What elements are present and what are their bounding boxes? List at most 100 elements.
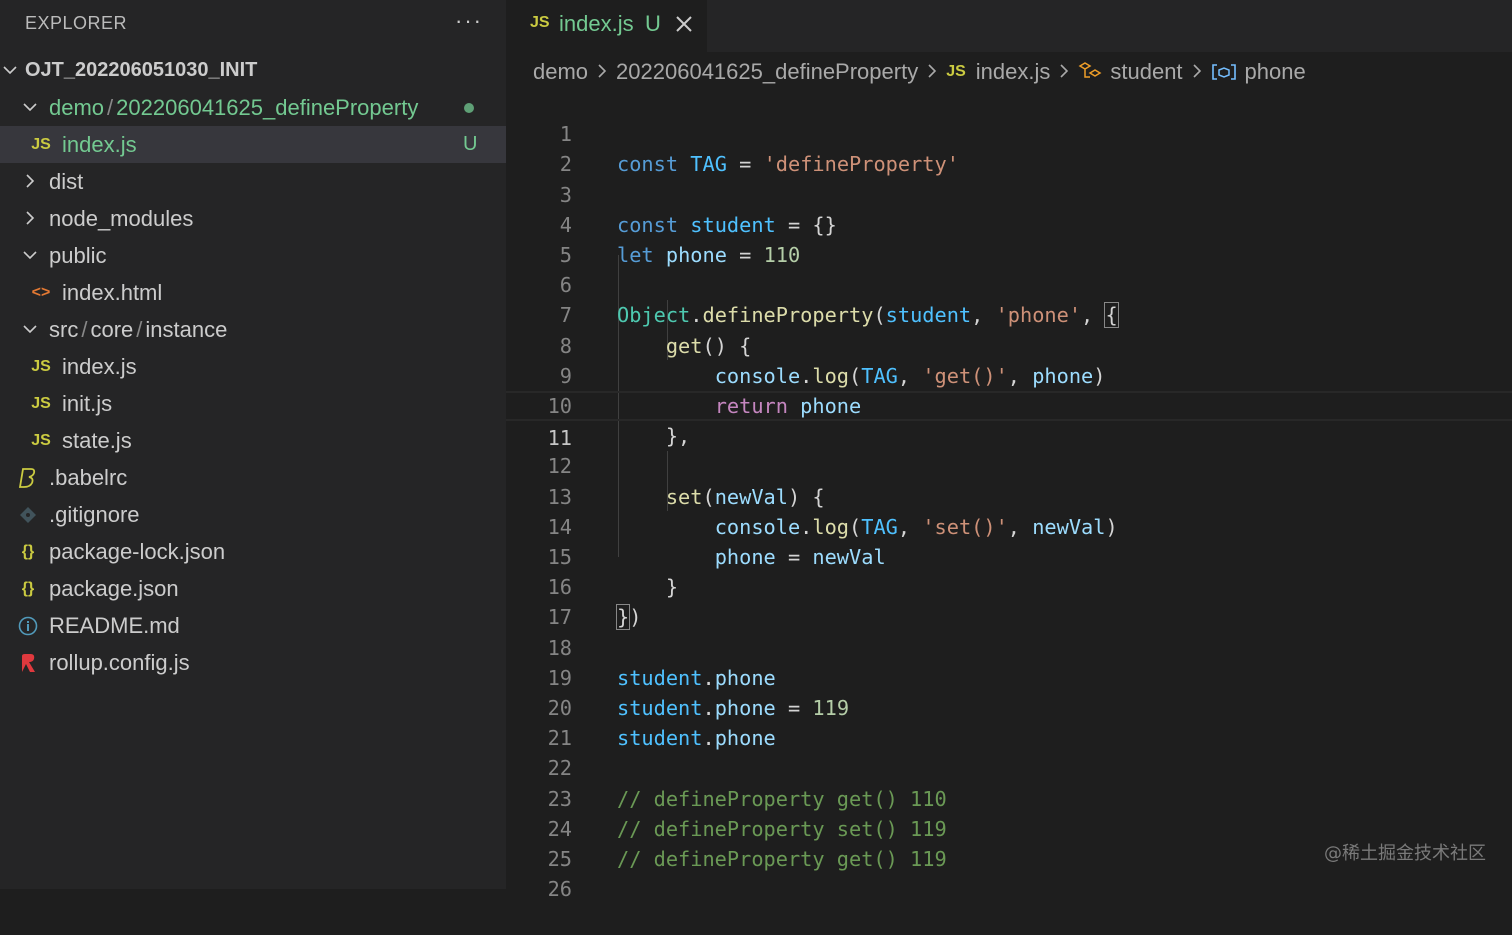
folder-demo[interactable]: demo/202206041625_defineProperty (0, 89, 506, 126)
folder-label: dist (49, 169, 84, 194)
code-line: 16 }) (547, 575, 642, 631)
chevron-right-icon (22, 200, 40, 237)
code-line: 22 // defineProperty get() 110 (547, 756, 947, 811)
untracked-badge: U (463, 133, 478, 155)
code-line-current: 11 (506, 391, 1512, 450)
folder-label: public (49, 243, 107, 268)
file-state-js[interactable]: JS state.js (0, 422, 506, 459)
file-label: rollup.config.js (49, 650, 190, 675)
file-gitignore[interactable]: .gitignore (0, 496, 506, 533)
folder-public[interactable]: public (0, 237, 506, 274)
folder-label: src / core / instance (49, 317, 228, 342)
chevron-right-icon (1191, 59, 1203, 85)
file-init-js[interactable]: JS init.js (0, 385, 506, 422)
code-line: 5 (559, 243, 572, 267)
tab-bar: JS index.js U (506, 0, 1512, 52)
variable-symbol-icon (1211, 62, 1237, 82)
folder-src-core-instance[interactable]: src / core / instance (0, 311, 506, 348)
file-src-index-js[interactable]: JS index.js (0, 348, 506, 385)
folder-label: node_modules (49, 206, 194, 231)
code-line: 3 const student = {} (559, 182, 837, 237)
file-label: README.md (49, 613, 180, 638)
js-file-icon: JS (31, 136, 51, 153)
file-label: index.html (62, 280, 163, 305)
chevron-down-icon (22, 237, 40, 274)
js-file-icon: JS (31, 395, 51, 412)
code-line: 21 (547, 726, 572, 751)
explorer-header: EXPLORER ··· (0, 0, 506, 48)
folder-demo-label: demo/202206041625_defineProperty (49, 95, 419, 120)
root-folder[interactable]: OJT_202206051030_INIT (0, 52, 506, 89)
code-line: 18 student.phone (547, 635, 776, 690)
folder-node-modules[interactable]: node_modules (0, 200, 506, 237)
code-line: 8 console.log(TAG, 'get()', phone) (559, 333, 1106, 388)
code-line: 10 }, (547, 394, 691, 449)
code-line: 14 phone = newVal (547, 514, 886, 569)
file-label: init.js (62, 391, 113, 416)
json-file-icon: {} (21, 580, 35, 597)
html-file-icon: <> (31, 284, 51, 301)
file-label: package-lock.json (49, 539, 226, 564)
chevron-down-icon (2, 52, 20, 89)
explorer-title: EXPLORER (25, 13, 128, 33)
code-line: 1 const TAG = 'defineProperty' (559, 122, 959, 177)
file-index-js-selected[interactable]: JS index.js U (0, 126, 506, 163)
chevron-right-icon (926, 59, 938, 85)
breadcrumb-phone[interactable]: phone (1245, 59, 1306, 85)
file-readme-md[interactable]: README.md (0, 607, 506, 644)
breadcrumb-file[interactable]: index.js (976, 59, 1051, 85)
tab-label: index.js (559, 11, 634, 36)
code-line: 15 } (547, 545, 679, 600)
chevron-right-icon (1058, 59, 1070, 85)
js-file-icon: JS (31, 432, 51, 449)
breadcrumb-demo[interactable]: demo (533, 59, 588, 85)
code-line: 7 get() { (559, 303, 752, 358)
modified-dot (464, 103, 474, 113)
file-label: index.js (62, 354, 137, 379)
js-file-icon: JS (530, 14, 550, 31)
code-line: 12 set(newVal) { (547, 454, 825, 509)
root-folder-label: OJT_202206051030_INIT (25, 59, 258, 81)
file-babelrc[interactable]: .babelrc (0, 459, 506, 496)
file-label: package.json (49, 576, 179, 601)
file-package-lock-json[interactable]: {} package-lock.json (0, 533, 506, 570)
breadcrumb-folder[interactable]: 202206041625_defineProperty (616, 59, 918, 85)
file-package-json[interactable]: {} package.json (0, 570, 506, 607)
babel-icon (17, 459, 39, 496)
file-rollup-config-js[interactable]: rollup.config.js (0, 644, 506, 681)
js-file-icon: JS (31, 358, 51, 375)
breadcrumb-student[interactable]: student (1110, 59, 1182, 85)
git-icon (17, 496, 39, 533)
folder-dist[interactable]: dist (0, 163, 506, 200)
code-line: 2 (559, 152, 572, 177)
chevron-down-icon (22, 311, 40, 348)
breadcrumb: demo 202206041625_defineProperty JS inde… (533, 57, 1306, 87)
file-label: index.js (62, 132, 137, 157)
code-line: 19 student.phone = 119 (547, 665, 850, 720)
tab-untracked-badge: U (645, 11, 661, 36)
code-line: 23 // defineProperty set() 119 (547, 786, 947, 841)
file-label: .gitignore (49, 502, 140, 527)
more-actions-icon[interactable]: ··· (455, 8, 483, 34)
code-line: 13 console.log(TAG, 'set()', newVal) (547, 484, 1118, 539)
file-label: state.js (62, 428, 132, 453)
rollup-icon (17, 644, 39, 681)
chevron-right-icon (22, 163, 40, 200)
explorer-sidebar: EXPLORER ··· OJT_202206051030_INIT demo /… (0, 0, 506, 889)
file-index-html[interactable]: <> index.html (0, 274, 506, 311)
code-line: 4 let phone = 110 (559, 212, 801, 267)
editor-area: JS index.js U demo 202206041625_definePr… (506, 0, 1512, 901)
object-symbol-icon (1078, 61, 1102, 83)
code-line: 9 return phone (559, 363, 862, 418)
code-line: 17 (547, 605, 572, 630)
info-icon (17, 607, 39, 644)
json-file-icon: {} (21, 543, 35, 560)
code-line: 6 Object.defineProperty(student, 'phone'… (559, 273, 1119, 329)
js-file-icon: JS (946, 63, 966, 80)
close-icon[interactable] (674, 14, 694, 40)
tab-index-js[interactable]: JS index.js U (506, 0, 707, 52)
code-line: 24 // defineProperty get() 119 (547, 816, 947, 871)
file-label: .babelrc (49, 465, 128, 490)
code-line: 20 student.phone (547, 696, 776, 751)
chevron-down-icon (22, 89, 40, 126)
